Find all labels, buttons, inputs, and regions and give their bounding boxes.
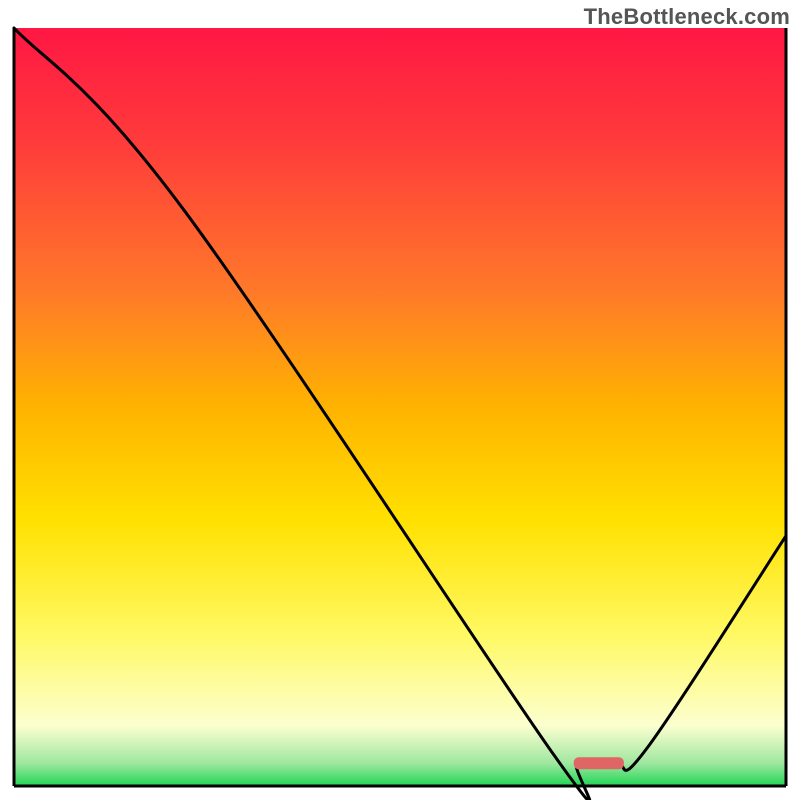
- watermark-text: TheBottleneck.com: [584, 4, 790, 30]
- optimal-marker: [574, 757, 624, 769]
- chart-container: TheBottleneck.com: [0, 0, 800, 800]
- chart-svg: [0, 0, 800, 800]
